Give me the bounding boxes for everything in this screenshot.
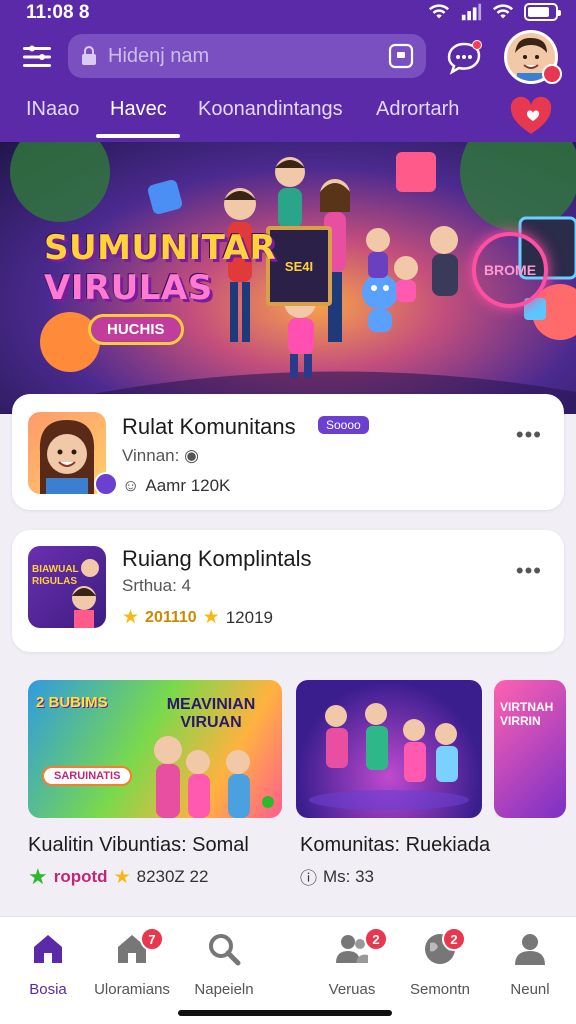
star-icon: ★ [202,607,220,628]
card-title: Rulat Komunitans [122,414,296,439]
status-icons [428,3,561,21]
tile-meta: ★ ropotd ★ 8230Z 22 [28,864,208,890]
app-header: 11:08 8 I [0,0,576,142]
card-tag: Soooo [318,416,369,434]
globe-icon: ◉ [184,446,199,465]
menu-icon [23,45,51,67]
card-subtitle: Srthua: 4 [122,576,191,595]
star-icon: ★ [28,864,48,889]
nav-label: Napeieln [194,981,254,998]
tile-characters [309,703,469,810]
profile-icon [515,934,545,965]
tile-rating-text: ropotd [53,867,108,886]
status-time: 11:08 8 [26,2,90,23]
search-input[interactable] [108,44,388,68]
tile-title-art: VIRTNAH VIRRIN [500,700,554,728]
more-options-icon[interactable]: ••• [516,422,542,448]
scan-icon[interactable] [388,43,414,69]
tab-bar: INaao Havec Koonandintangs Adrortarh [0,94,576,142]
star-icon: ★ [122,607,140,628]
nav-label: Uloramians [94,981,170,998]
nav-item-semontn[interactable]: 2 Semontn [392,927,488,998]
nav-item-veruas[interactable]: 2 Veruas [304,927,400,998]
search-bar[interactable] [68,34,426,78]
battery-icon [524,3,561,21]
active-tab-indicator [96,134,180,138]
card-meta: ★ 201110 ★ 12019 [122,606,273,629]
verified-badge [94,472,118,496]
home-icon [34,935,62,963]
home-indicator[interactable] [178,1010,392,1016]
community-card[interactable]: BIAWUAL RIGULAS Ruiang Komplintals Srthu… [12,530,564,652]
nav-item-home[interactable]: Bosia [0,931,96,998]
tab-1[interactable]: Havec [110,98,167,121]
card-title: Ruiang Komplintals [122,546,312,571]
banner-title-line1: SUMUNITAR [44,228,277,268]
banner-pill: HUCHIS [88,314,184,345]
wifi-icon-secondary [492,4,514,19]
tile-characters [154,736,274,818]
status-bar: 11:08 8 [0,0,576,26]
avatar-status-badge [542,64,562,84]
tile-caption: Kualitin Vibuntias: Somal [28,834,249,856]
featured-tile[interactable] [296,680,482,818]
members-icon: ☺ [122,476,140,495]
card-meta-text: Aamr 120K [145,476,231,495]
signal-icon [461,3,482,21]
tile-caption: Komunitas: Ruekiada [300,834,491,856]
nav-item-search[interactable]: Napeieln [176,931,272,998]
bottom-nav: Bosia 7 Uloramians Napeieln 2 Veruas 2 S… [0,916,576,1024]
hero-banner[interactable]: SE4I BROME SUMUNITAR VIRULAS HUCHIS [0,142,576,414]
tile-meta: ⓘ Ms: 33 [300,864,374,889]
nav-badge: 2 [364,927,388,951]
card-rating-text: 201110 [145,608,197,626]
nav-badge: 2 [442,927,466,951]
nav-item-profile[interactable]: Neunl [482,931,576,998]
tile-meta-text: Ms: 33 [323,866,375,886]
nav-label: Bosia [29,981,67,998]
nav-label: Veruas [328,981,376,998]
card-subtitle-text: Vinnan: [122,446,180,465]
wifi-icon [428,4,450,19]
banner-title-line2: VIRULAS [44,268,213,308]
community-thumbnail-art [72,559,99,628]
community-card[interactable]: Rulat Komunitans Soooo Vinnan: ◉ ☺ Aamr … [12,394,564,510]
tab-3[interactable]: Adrortarh [376,98,459,121]
nav-item-uloramians[interactable]: 7 Uloramians [84,927,180,998]
featured-tile[interactable]: VIRTNAH VIRRIN [494,680,566,818]
featured-tile[interactable]: 2 BUBIMS MEAVINIAN VIRUAN SARUINATIS [28,680,282,818]
info-icon: ⓘ [300,869,317,888]
banner-neon-sign: BROME [472,232,548,308]
featured-scroller[interactable]: 2 BUBIMS MEAVINIAN VIRUAN SARUINATIS VIR… [12,668,576,908]
heart-icon[interactable] [508,96,554,136]
lock-icon [82,46,96,65]
nav-badge: 7 [140,927,164,951]
search-icon [209,934,241,966]
star-icon: ★ [113,866,131,888]
menu-button[interactable] [20,40,54,74]
tile-meta-text: 8230Z 22 [136,867,209,886]
nav-label: Semontn [409,981,471,998]
tab-2[interactable]: Koonandintangs [198,98,343,121]
tab-0[interactable]: INaao [26,98,79,121]
nav-label: Neunl [510,981,550,998]
card-meta: ☺ Aamr 120K [122,476,230,496]
card-subtitle: Vinnan: ◉ [122,446,199,466]
community-thumbnail: BIAWUAL RIGULAS [28,546,106,628]
card-meta-text: 12019 [225,607,273,627]
chat-notification-dot [472,40,482,50]
more-options-icon[interactable]: ••• [516,558,542,584]
banner-title: SUMUNITAR VIRULAS [44,228,276,308]
